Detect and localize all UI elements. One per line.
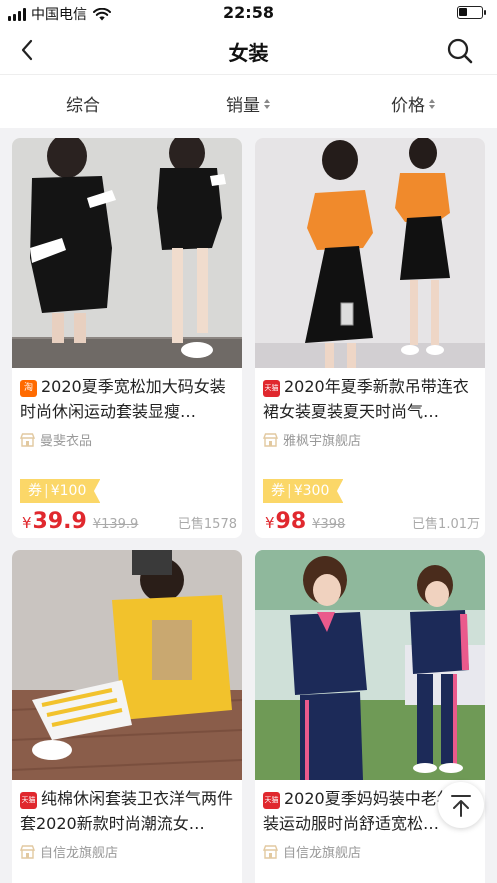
shop-link[interactable]: 雅枫宇旗舰店 <box>263 430 361 449</box>
sort-tab-sales[interactable]: 销量 <box>226 91 270 116</box>
product-title: 天猫 2020年夏季新款吊带连衣裙女装夏装夏天时尚气… <box>263 374 479 424</box>
shop-link[interactable]: 自信龙旗舰店 <box>20 842 118 861</box>
coupon-badge[interactable]: 券 | ¥100 <box>20 479 101 503</box>
sort-tab-price[interactable]: 价格 <box>391 91 435 116</box>
current-price: 98 <box>275 509 307 534</box>
sort-tab-label: 销量 <box>226 96 260 116</box>
shop-name: 雅枫宇旗舰店 <box>283 434 362 449</box>
shop-link[interactable]: 自信龙旗舰店 <box>263 842 361 861</box>
product-card[interactable]: 淘 2020夏季宽松加大码女装时尚休闲运动套装显瘦… 曼斐衣品 券 | ¥100 ¥ … <box>12 138 242 538</box>
tmall-badge-icon: 天猫 <box>263 792 280 809</box>
product-title-text: 2020年夏季新款吊带连衣裙女装夏装夏天时尚气… <box>263 377 469 421</box>
sort-arrows-icon <box>429 98 435 109</box>
current-price: 39.9 <box>32 509 87 534</box>
shop-name: 自信龙旗舰店 <box>40 846 119 861</box>
battery-icon <box>457 6 486 19</box>
shop-link[interactable]: 曼斐衣品 <box>20 430 92 449</box>
original-price: ¥139.9 <box>92 517 139 532</box>
tmall-badge-icon: 天猫 <box>263 380 280 397</box>
shop-name: 自信龙旗舰店 <box>283 846 362 861</box>
price-row: ¥ 98 ¥398 已售1.01万 <box>265 509 480 534</box>
coupon-prefix: 券 <box>271 483 285 499</box>
tmall-badge-icon: 天猫 <box>20 792 37 809</box>
product-image <box>12 550 242 780</box>
back-to-top-button[interactable] <box>438 782 484 828</box>
product-title: 淘 2020夏季宽松加大码女装时尚休闲运动套装显瘦… <box>20 374 236 424</box>
coupon-value: ¥100 <box>50 483 87 499</box>
currency-symbol: ¥ <box>265 514 275 532</box>
product-title-text: 2020夏季宽松加大码女装时尚休闲运动套装显瘦… <box>20 377 226 421</box>
product-image <box>12 138 242 368</box>
clock: 22:58 <box>223 3 274 22</box>
original-price: ¥398 <box>312 517 346 532</box>
product-card[interactable]: 天猫 纯棉休闲套装卫衣洋气两件套2020新款时尚潮流女… 自信龙旗舰店 <box>12 550 242 883</box>
sort-tab-label: 综合 <box>66 96 100 116</box>
currency-symbol: ¥ <box>22 514 32 532</box>
store-icon <box>263 844 278 859</box>
store-icon <box>20 432 35 447</box>
taobao-badge-icon: 淘 <box>20 380 37 397</box>
store-icon <box>263 432 278 447</box>
sort-arrows-icon <box>264 98 270 109</box>
store-icon <box>20 844 35 859</box>
status-bar: 中国电信 22:58 <box>0 0 497 26</box>
sold-count: 已售1.01万 <box>412 517 480 532</box>
search-icon[interactable] <box>445 36 475 66</box>
page-title: 女装 <box>228 41 269 65</box>
nav-bar: 女装 <box>0 26 497 74</box>
sort-bar: 综合 销量 价格 <box>0 74 497 128</box>
product-image <box>255 550 485 780</box>
product-title-text: 纯棉休闲套装卫衣洋气两件套2020新款时尚潮流女… <box>20 789 234 833</box>
product-title: 天猫 纯棉休闲套装卫衣洋气两件套2020新款时尚潮流女… <box>20 786 236 836</box>
sort-tab-comprehensive[interactable]: 综合 <box>66 91 100 116</box>
coupon-value: ¥300 <box>293 483 330 499</box>
coupon-badge[interactable]: 券 | ¥300 <box>263 479 344 503</box>
arrow-up-icon <box>451 795 471 817</box>
coupon-prefix: 券 <box>28 483 42 499</box>
product-card[interactable]: 天猫 2020年夏季新款吊带连衣裙女装夏装夏天时尚气… 雅枫宇旗舰店 券 | ¥300… <box>255 138 485 538</box>
shop-name: 曼斐衣品 <box>40 434 93 449</box>
price-row: ¥ 39.9 ¥139.9 已售1578 <box>22 509 237 534</box>
sort-tab-label: 价格 <box>391 96 425 116</box>
product-image <box>255 138 485 368</box>
sold-count: 已售1578 <box>177 517 237 532</box>
product-card[interactable]: 天猫 2020夏季妈妈装中老年女装运动服时尚舒适宽松… 自信龙旗舰店 <box>255 550 485 883</box>
